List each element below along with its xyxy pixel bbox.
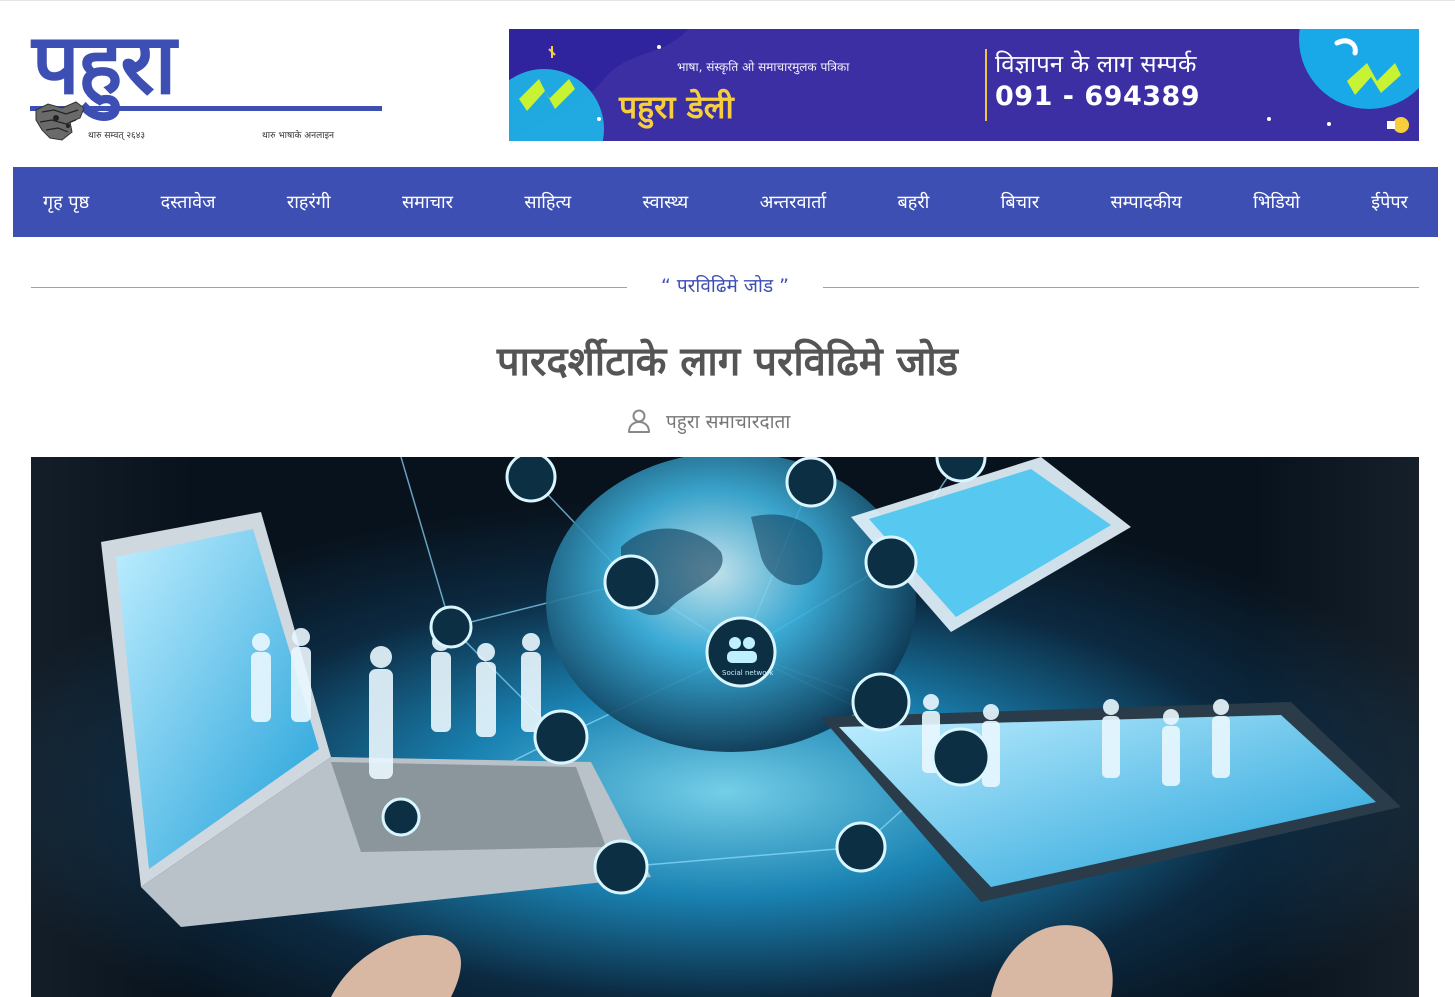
category-rule-left [31, 287, 627, 288]
author-name[interactable]: पहुरा समाचारदाता [666, 408, 790, 434]
nav-item-video[interactable]: भिडियो [1253, 190, 1300, 214]
banner-phone: 091 - 694389 [995, 81, 1201, 112]
logo-tagline-left: थारु सम्वत् २६४३ [88, 131, 146, 141]
banner-tagline: भाषा, संस्कृति ओ समाचारमुलक पत्रिका [677, 60, 850, 74]
nav-item-literature[interactable]: साहित्य [524, 190, 571, 214]
logo-wordmark: पहुरा [32, 14, 176, 113]
nav-item-health[interactable]: स्वास्थ्य [643, 190, 689, 214]
user-icon [628, 409, 650, 433]
nav-item-epaper[interactable]: ईपेपर [1371, 190, 1408, 214]
nav-item-home[interactable]: गृह पृष्ठ [43, 190, 89, 214]
nav-item-bahri[interactable]: बहरी [897, 190, 929, 214]
logo-emblem-icon [35, 101, 85, 141]
banner-brand: पहुरा डेली [619, 88, 734, 126]
nav-item-news[interactable]: समाचार [402, 190, 453, 214]
logo-tagline-right: थारु भाषाके अनलाइन [262, 131, 335, 141]
nav-item-interview[interactable]: अन्तरवार्ता [760, 190, 827, 214]
nav-item-documents[interactable]: दस्तावेज [161, 190, 216, 214]
page: पहुरा थारु सम्वत् २६४३ थारु भाषाके अनलाइ… [0, 0, 1455, 997]
hero-node-label: Social network [722, 669, 774, 677]
banner-contact-label: विज्ञापन के लाग सम्पर्क [995, 50, 1197, 78]
site-logo[interactable]: पहुरा थारु सम्वत् २६४३ थारु भाषाके अनलाइ… [30, 22, 390, 148]
article-category[interactable]: “ परविढिमे जोड ” [627, 272, 823, 298]
main-nav: गृह पृष्ठ दस्तावेज राहरंगी समाचार साहित्… [13, 167, 1438, 237]
category-rule-right [823, 287, 1419, 288]
banner-divider [985, 49, 987, 121]
hero-image: Social network [31, 457, 1419, 997]
article-byline: पहुरा समाचारदाता [626, 406, 790, 436]
ad-banner[interactable]: भाषा, संस्कृति ओ समाचारमुलक पत्रिका पहुर… [509, 29, 1419, 141]
nav-item-editorial[interactable]: सम्पादकीय [1111, 190, 1182, 214]
top-divider [0, 0, 1455, 1]
nav-item-opinion[interactable]: बिचार [1001, 190, 1039, 214]
article-title: पारदर्शीटाके लाग परविढिमे जोड [496, 339, 959, 385]
nav-item-rahrangi[interactable]: राहरंगी [287, 190, 331, 214]
hero-illustration: Social network [31, 457, 1419, 997]
